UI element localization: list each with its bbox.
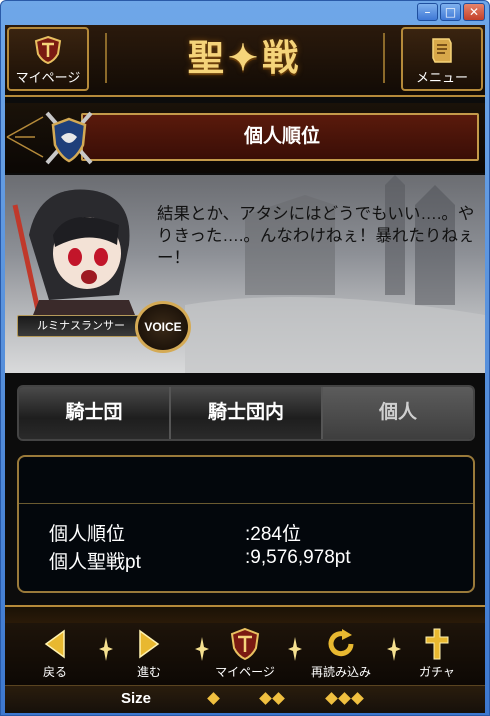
size-medium-button[interactable] <box>259 692 285 706</box>
diamond-icon <box>207 692 220 705</box>
tab-knights-internal[interactable]: 騎士団内 <box>171 387 323 439</box>
browser-window: – □ ✕ マイページ 聖✦戦 メニュー 個人順位 結果とか、アタシにはどうでも… <box>0 0 490 716</box>
size-small-button[interactable] <box>207 692 220 706</box>
cross-icon <box>425 628 449 660</box>
character-name-plate: ルミナスランサー <box>17 315 145 337</box>
section-header: 個人順位 <box>5 103 485 173</box>
gacha-button[interactable]: ガチャ <box>397 623 477 685</box>
gacha-label: ガチャ <box>419 665 455 679</box>
rank-row: 個人順位 :284位 <box>49 519 449 545</box>
reload-button[interactable]: 再読み込み <box>301 623 381 685</box>
crossed-swords-shield-icon <box>45 111 93 165</box>
footer-ornament <box>5 605 485 623</box>
footer-nav: 戻る 進む マイページ 再読み込み ガチャ <box>5 623 485 685</box>
stats-divider <box>19 503 473 504</box>
close-button[interactable]: ✕ <box>463 3 485 21</box>
top-header: マイページ 聖✦戦 メニュー <box>5 25 485 97</box>
book-icon <box>432 38 452 63</box>
reload-icon <box>328 629 354 657</box>
mypage-footer-label: マイページ <box>215 665 275 679</box>
menu-header-label: メニュー <box>415 70 468 85</box>
minimize-button[interactable]: – <box>417 3 438 21</box>
sparkle-icon <box>288 637 302 661</box>
back-button[interactable]: 戻る <box>15 623 95 685</box>
tab-individual[interactable]: 個人 <box>323 387 473 439</box>
mypage-footer-button[interactable]: マイページ <box>205 623 285 685</box>
stats-panel: 個人順位 :284位 個人聖戦pt :9,576,978pt <box>17 455 475 593</box>
size-label: Size <box>121 690 152 707</box>
diamond-icon <box>272 692 285 705</box>
points-label: 個人聖戦pt <box>49 552 141 573</box>
shield-icon <box>230 627 260 661</box>
character-portrait <box>12 189 139 325</box>
diamond-icon <box>351 692 364 705</box>
ranking-tabs: 騎士団 騎士団内 個人 <box>17 385 475 441</box>
character-panel: 結果とか、アタシにはどうでもいい….。やりきった….。んなわけねぇ！暴れたりねぇ… <box>5 175 485 373</box>
voice-button[interactable]: VOICE <box>135 301 191 353</box>
title-bar: – □ ✕ <box>1 1 489 25</box>
reload-label: 再読み込み <box>310 665 371 679</box>
mypage-header-button[interactable]: マイページ <box>7 27 89 91</box>
rank-value: :284位 <box>245 524 301 545</box>
arrow-right-icon <box>139 629 160 659</box>
rank-label: 個人順位 <box>49 524 126 545</box>
section-title-bar: 個人順位 <box>81 113 479 161</box>
points-row: 個人聖戦pt :9,576,978pt <box>49 547 449 573</box>
forward-label: 進む <box>136 665 161 679</box>
diamond-icon <box>338 692 351 705</box>
forward-button[interactable]: 進む <box>109 623 189 685</box>
maximize-button[interactable]: □ <box>440 3 461 21</box>
diamond-icon <box>259 692 272 705</box>
mypage-header-label: マイページ <box>15 70 81 85</box>
menu-header-button[interactable]: メニュー <box>401 27 483 91</box>
back-label: 戻る <box>42 665 67 679</box>
arrow-left-icon <box>44 629 65 659</box>
points-value: :9,576,978pt <box>245 547 351 568</box>
game-content: マイページ 聖✦戦 メニュー 個人順位 結果とか、アタシにはどうでもいい….。や… <box>5 25 485 713</box>
size-bar: Size <box>5 685 485 713</box>
character-dialogue: 結果とか、アタシにはどうでもいい….。やりきった….。んなわけねぇ！暴れたりねぇ… <box>157 205 475 267</box>
page-title: 個人順位 <box>243 126 320 147</box>
game-logo: 聖✦戦 <box>187 38 303 78</box>
shield-icon <box>34 35 62 65</box>
tab-knights[interactable]: 騎士団 <box>19 387 171 439</box>
size-large-button[interactable] <box>325 692 364 706</box>
diamond-icon <box>325 692 338 705</box>
